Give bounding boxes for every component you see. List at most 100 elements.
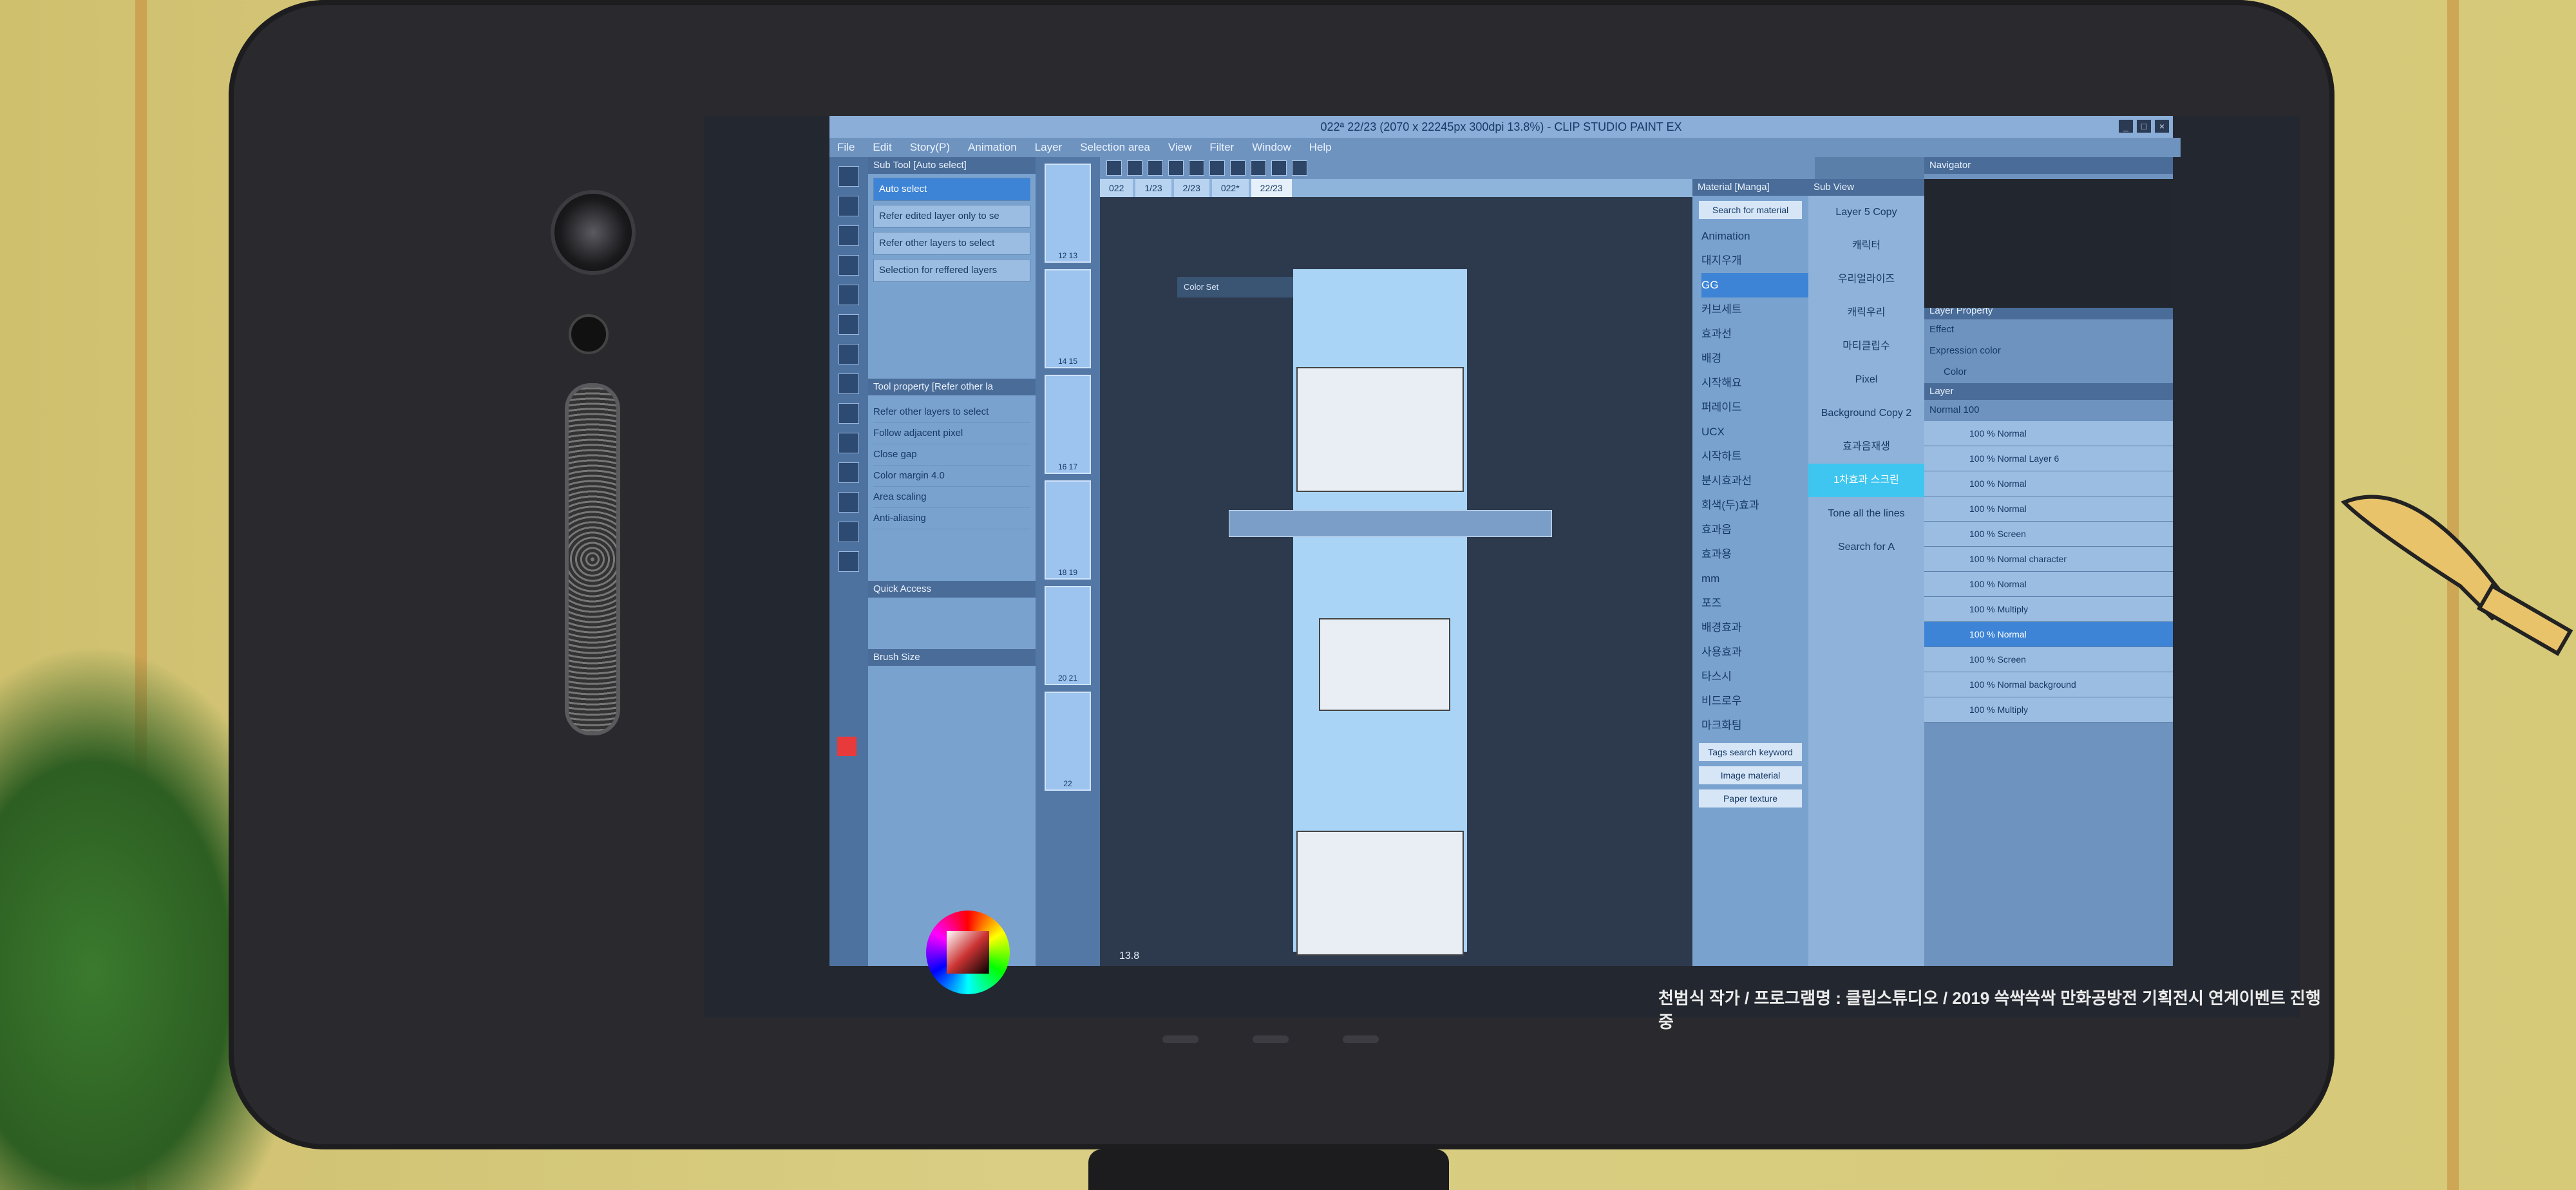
material-folder[interactable]: 대지우개 <box>1701 249 1808 273</box>
layer-row[interactable]: 100 % Screen <box>1924 647 2173 672</box>
layer-row[interactable]: 100 % Multiply <box>1924 697 2173 722</box>
sub-view-item[interactable]: 마티클립수 <box>1808 330 1924 363</box>
layer-row[interactable]: 100 % Normal <box>1924 572 2173 597</box>
canvas-tab-active[interactable]: 22/23 <box>1251 179 1292 197</box>
material-folder-selected[interactable]: GG <box>1701 273 1808 298</box>
material-folder[interactable]: mm <box>1701 567 1808 591</box>
material-folder[interactable]: 배경효과 <box>1701 616 1808 640</box>
sub-view-item[interactable]: Tone all the lines <box>1808 497 1924 531</box>
menu-window[interactable]: Window <box>1252 138 1291 157</box>
select-icon[interactable] <box>1148 160 1163 176</box>
menu-help[interactable]: Help <box>1309 138 1332 157</box>
color-margin-row[interactable]: Color margin 4.0 <box>873 466 1030 487</box>
blend-mode-select[interactable]: Normal 100 <box>1924 400 2173 421</box>
page-thumbnail[interactable]: 16 17 <box>1045 375 1091 474</box>
material-folder[interactable]: 타스시 <box>1701 665 1808 689</box>
expression-color-select[interactable]: Color <box>1924 362 2173 383</box>
menu-story[interactable]: Story(P) <box>910 138 950 157</box>
follow-adjacent-checkbox[interactable]: Follow adjacent pixel <box>873 423 1030 444</box>
page-thumbnail[interactable]: 18 19 <box>1045 480 1091 580</box>
material-folder[interactable]: 효과용 <box>1701 542 1808 567</box>
main-color-swatch[interactable] <box>837 737 857 756</box>
material-folder[interactable]: Animation <box>1701 224 1808 249</box>
paper-texture-button[interactable]: Paper texture <box>1699 789 1802 808</box>
sub-view-item[interactable]: Background Copy 2 <box>1808 397 1924 430</box>
eraser-icon[interactable] <box>838 403 859 424</box>
material-folder[interactable]: 배경 <box>1701 346 1808 371</box>
brush-tool-icon[interactable] <box>838 344 859 364</box>
navigator-preview[interactable] <box>1924 179 2173 308</box>
grid-icon[interactable] <box>1271 160 1287 176</box>
color-wheel[interactable] <box>926 911 1010 994</box>
material-folder[interactable]: 효과선 <box>1701 322 1808 346</box>
material-folder[interactable]: 효과음 <box>1701 518 1808 542</box>
material-folder[interactable]: 커브세트 <box>1701 298 1808 322</box>
sub-view-item-highlighted[interactable]: 1차효과 스크린 <box>1808 464 1924 497</box>
menu-selection[interactable]: Selection area <box>1080 138 1150 157</box>
page-thumbnail[interactable]: 14 15 <box>1045 269 1091 368</box>
sub-view-search[interactable]: Search for A <box>1808 531 1924 564</box>
menu-filter[interactable]: Filter <box>1209 138 1234 157</box>
pencil-tool-icon[interactable] <box>838 314 859 335</box>
ruler-icon[interactable] <box>1230 160 1245 176</box>
anti-aliasing-checkbox[interactable]: Anti-aliasing <box>873 508 1030 529</box>
layer-row[interactable]: 100 % Normal Layer 6 <box>1924 446 2173 471</box>
undo-icon[interactable] <box>1106 160 1122 176</box>
menu-view[interactable]: View <box>1168 138 1192 157</box>
maximize-icon[interactable]: □ <box>2137 120 2151 133</box>
page-thumbnail[interactable]: 20 21 <box>1045 586 1091 685</box>
material-folder[interactable]: 시작하트 <box>1701 444 1808 469</box>
redo-icon[interactable] <box>1127 160 1142 176</box>
layer-row[interactable]: 100 % Normal <box>1924 421 2173 446</box>
zoom-tool-icon[interactable] <box>838 166 859 187</box>
text-tool-icon[interactable] <box>838 551 859 572</box>
selection-launcher[interactable] <box>1229 510 1552 537</box>
canvas-tab[interactable]: 2/23 <box>1173 179 1209 197</box>
airbrush-icon[interactable] <box>838 373 859 394</box>
hardware-key[interactable] <box>1343 1035 1379 1043</box>
transform-icon[interactable] <box>1209 160 1225 176</box>
move-tool-icon[interactable] <box>838 196 859 216</box>
fill-tool-icon[interactable] <box>838 433 859 453</box>
figure-tool-icon[interactable] <box>838 492 859 513</box>
menu-file[interactable]: File <box>837 138 855 157</box>
crop-icon[interactable] <box>1168 160 1184 176</box>
snap-icon[interactable] <box>1251 160 1266 176</box>
sub-tool-refer-edited[interactable]: Refer edited layer only to se <box>873 205 1030 228</box>
hardware-key[interactable] <box>1162 1035 1198 1043</box>
layer-row[interactable]: 100 % Normal background <box>1924 672 2173 697</box>
sub-tool-refer-other[interactable]: Refer other layers to select <box>873 232 1030 255</box>
area-scaling-checkbox[interactable]: Area scaling <box>873 487 1030 508</box>
layer-row[interactable]: 100 % Normal <box>1924 471 2173 496</box>
canvas-tab[interactable]: 022* <box>1211 179 1249 197</box>
layer-row-selected[interactable]: 100 % Normal <box>1924 622 2173 647</box>
material-search[interactable]: Search for material <box>1699 201 1802 219</box>
close-icon[interactable]: × <box>2155 120 2169 133</box>
page-thumbnail[interactable]: 22 <box>1045 692 1091 791</box>
sub-tool-selection-referred[interactable]: Selection for reffered layers <box>873 259 1030 282</box>
menu-animation[interactable]: Animation <box>968 138 1017 157</box>
fill-icon[interactable] <box>1189 160 1204 176</box>
material-folder[interactable]: 비드로우 <box>1701 689 1808 713</box>
layer-row[interactable]: 100 % Multiply <box>1924 597 2173 622</box>
material-folder[interactable]: 사용효과 <box>1701 640 1808 665</box>
layer-row[interactable]: 100 % Normal character <box>1924 547 2173 572</box>
menu-layer[interactable]: Layer <box>1035 138 1063 157</box>
sub-view-item[interactable]: 우리얼라이즈 <box>1808 263 1924 296</box>
zoom-level[interactable]: 13.8 <box>1119 950 1139 962</box>
material-folder[interactable]: 포즈 <box>1701 591 1808 616</box>
sub-tool-auto-select[interactable]: Auto select <box>873 178 1030 201</box>
close-gap-checkbox[interactable]: Close gap <box>873 444 1030 466</box>
sub-view-item[interactable]: Layer 5 Copy <box>1808 196 1924 229</box>
select-tool-icon[interactable] <box>838 225 859 246</box>
material-folder[interactable]: 분시효과선 <box>1701 469 1808 493</box>
sub-view-item[interactable]: Pixel <box>1808 363 1924 397</box>
image-material-button[interactable]: Image material <box>1699 766 1802 784</box>
material-folder[interactable]: UCX <box>1701 420 1808 444</box>
layer-row[interactable]: 100 % Screen <box>1924 522 2173 547</box>
tags-search-button[interactable]: Tags search keyword <box>1699 743 1802 761</box>
page-thumbnail[interactable]: 12 13 <box>1045 164 1091 263</box>
pen-tool-icon[interactable] <box>838 285 859 305</box>
material-folder[interactable]: 마크화팀 <box>1701 713 1808 738</box>
canvas-tab[interactable]: 1/23 <box>1135 179 1171 197</box>
